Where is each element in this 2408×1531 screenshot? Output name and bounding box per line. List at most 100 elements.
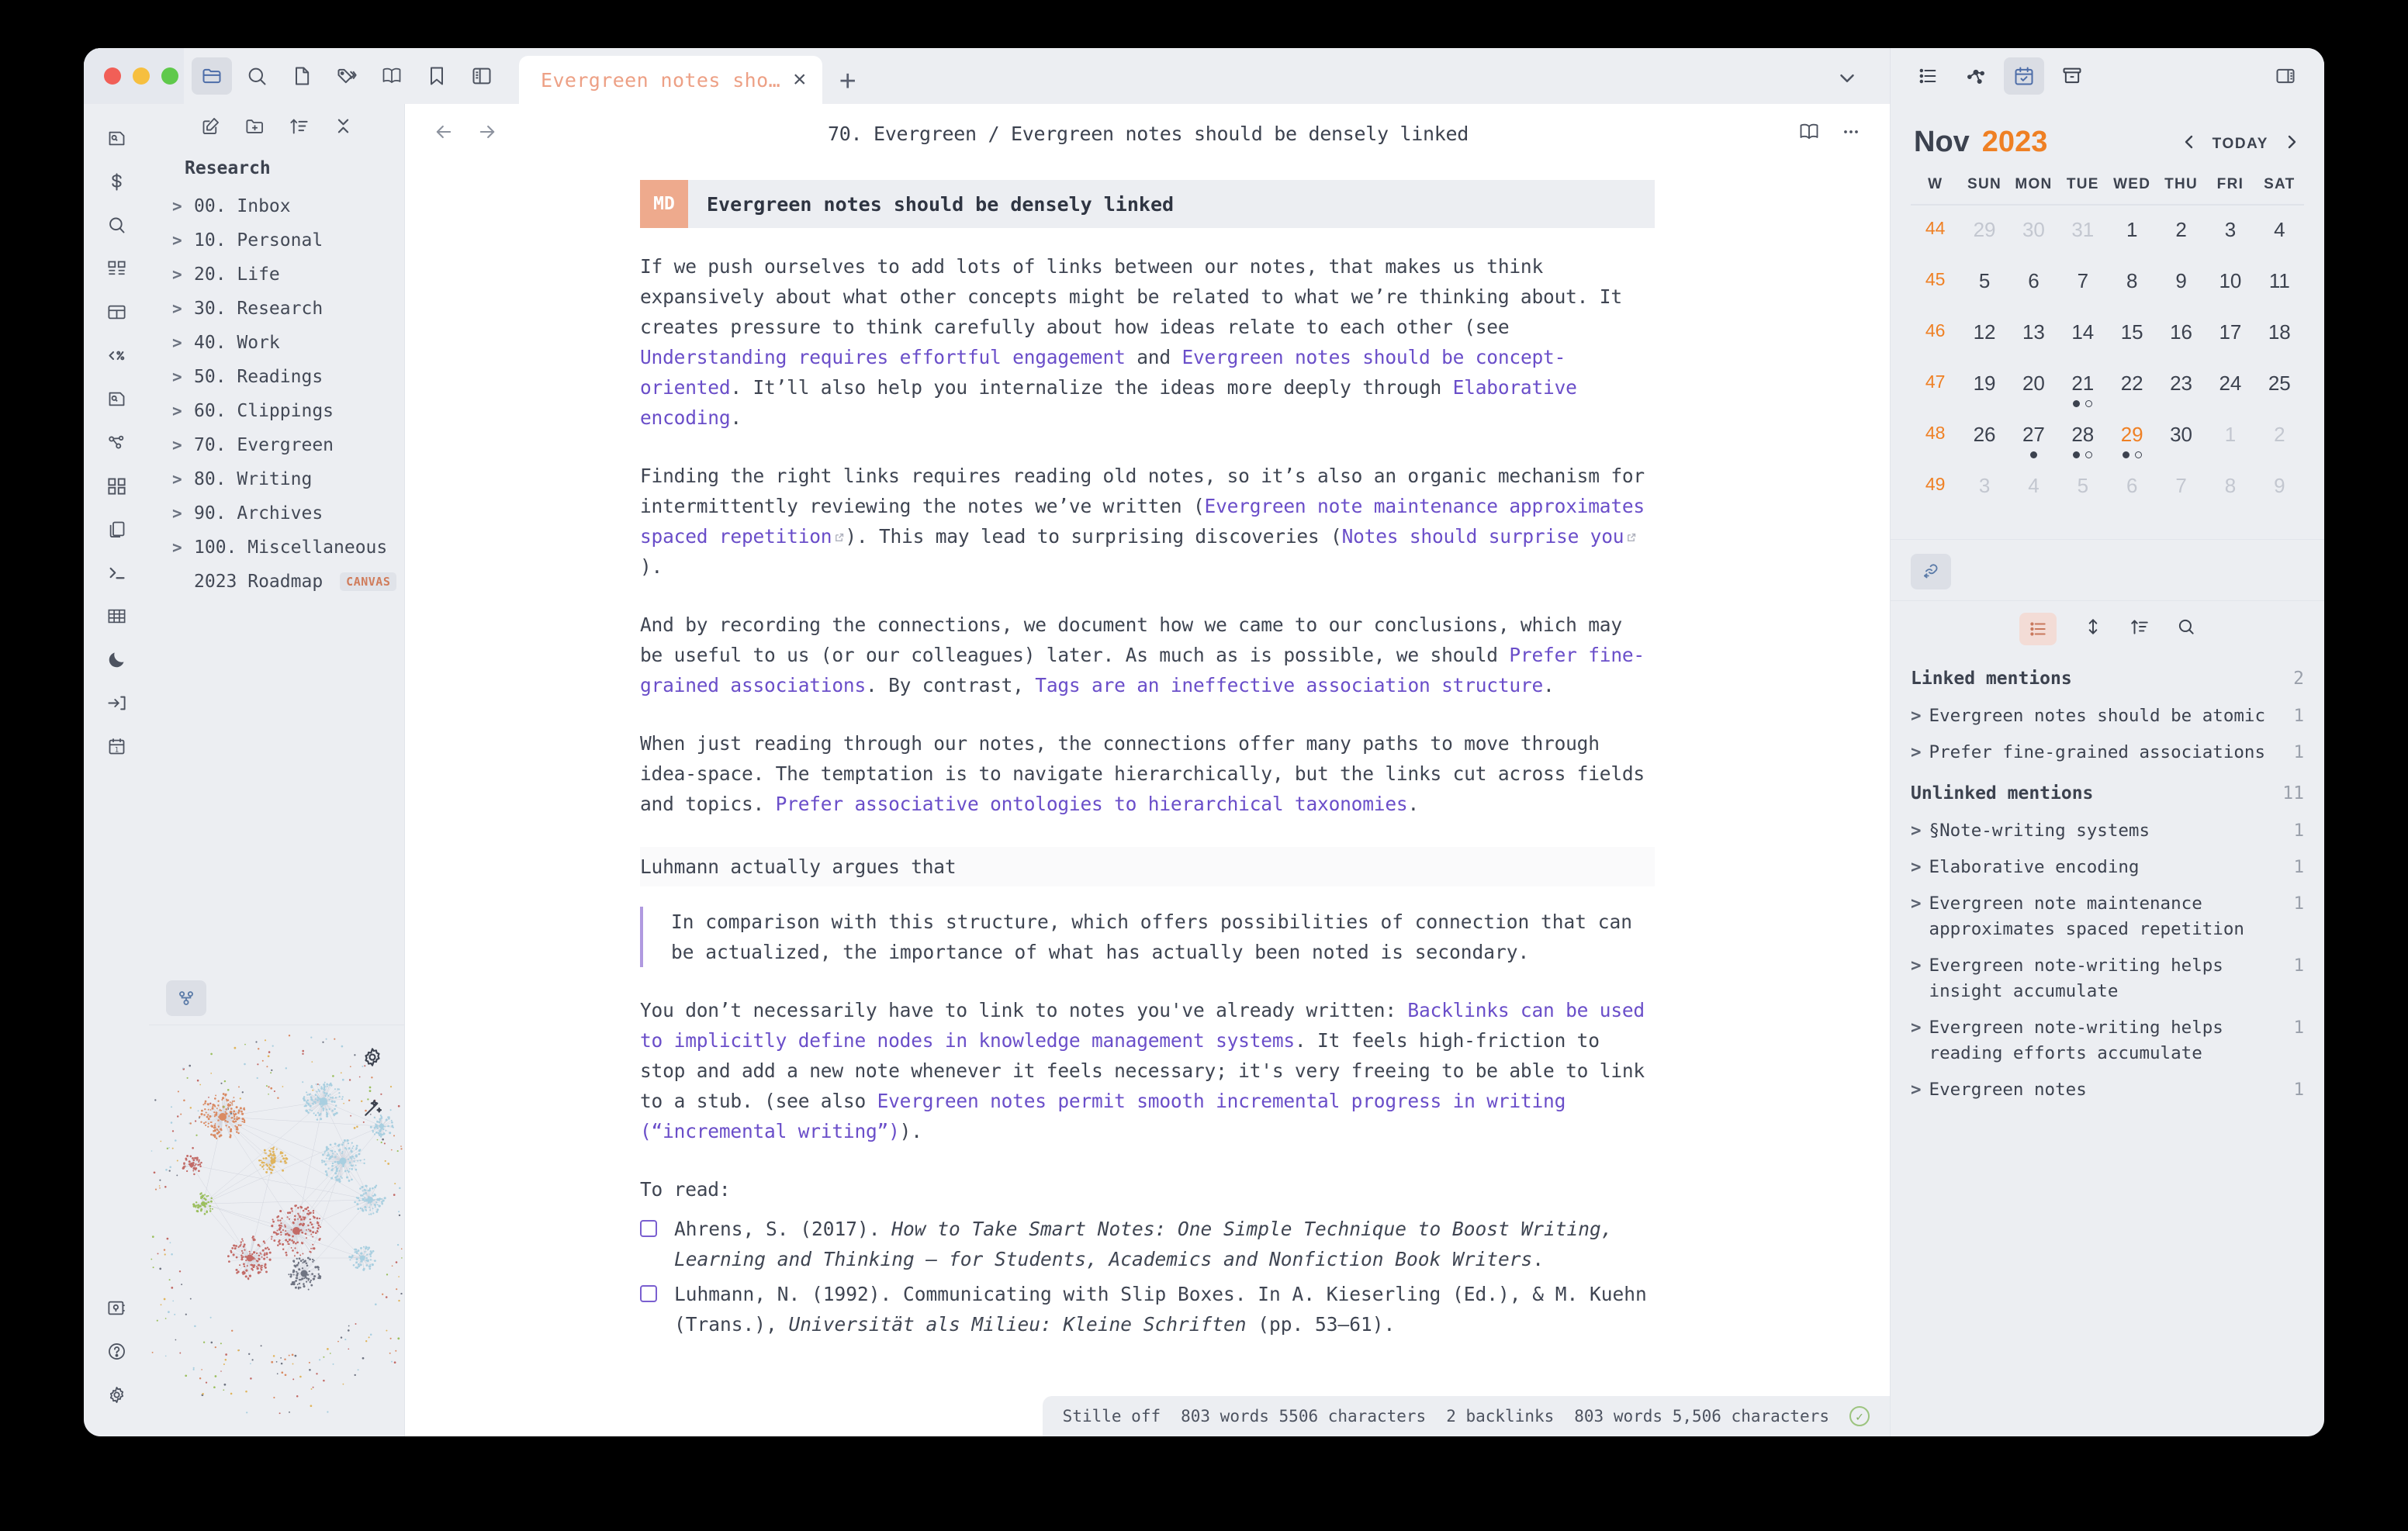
internal-link[interactable]: Elaborative encoding [640, 376, 1577, 429]
graph-icon-button-rail[interactable] [93, 420, 140, 464]
calendar-day-cell[interactable]: 1 [2108, 212, 2157, 263]
calendar-day-cell[interactable]: 31 [2058, 212, 2107, 263]
sidebar-layout-icon-button[interactable] [462, 57, 502, 95]
close-window-button[interactable] [104, 67, 121, 85]
internal-link[interactable]: Prefer associative ontologies to hierarc… [776, 793, 1408, 815]
graph-settings-button[interactable] [361, 1045, 384, 1073]
tab-outline[interactable] [1908, 57, 1948, 95]
folder-item[interactable]: >50. Readings [149, 360, 404, 394]
search-backlinks-button[interactable] [2176, 617, 2196, 641]
calendar-day-cell[interactable]: 7 [2157, 468, 2206, 519]
calendar-day-cell[interactable]: 1 [2206, 416, 2254, 468]
calendar-day-cell[interactable]: 18 [2255, 314, 2304, 365]
tab-list-dropdown-button[interactable] [1835, 67, 1859, 94]
status-word-count-alt[interactable]: 803 words 5,506 characters [1574, 1407, 1829, 1426]
folder-item[interactable]: >10. Personal [149, 223, 404, 257]
vault-icon-button[interactable] [93, 1286, 140, 1329]
calendar-day-cell[interactable]: 8 [2206, 468, 2254, 519]
task-checkbox[interactable] [640, 1220, 657, 1237]
status-backlink-count[interactable]: 2 backlinks [1446, 1407, 1554, 1426]
dollar-icon-button[interactable] [93, 160, 140, 203]
calendar-day-cell[interactable]: 12 [1960, 314, 2008, 365]
backlink-item[interactable]: > Elaborative encoding 1 [1911, 849, 2304, 886]
backlink-item[interactable]: > Prefer fine-grained associations 1 [1911, 734, 2304, 771]
folder-item[interactable]: >40. Work [149, 326, 404, 360]
dashboard-icon-button[interactable] [93, 247, 140, 290]
calendar-day-cell[interactable]: 23 [2157, 365, 2206, 416]
calendar-day-cell[interactable]: 21 [2058, 365, 2107, 416]
terminal-icon-button[interactable] [93, 551, 140, 594]
help-icon-button[interactable] [93, 1329, 140, 1373]
code-percent-icon-button[interactable] [93, 334, 140, 377]
calendar-day-cell[interactable]: 16 [2157, 314, 2206, 365]
folder-item[interactable]: >30. Research [149, 292, 404, 326]
calendar-day-cell[interactable]: 3 [1960, 468, 2008, 519]
backlink-item[interactable]: > Evergreen notes should be atomic 1 [1911, 698, 2304, 734]
calendar-day-cell[interactable]: 29 [2108, 416, 2157, 468]
calendar-day-cell[interactable]: 6 [2108, 468, 2157, 519]
calendar-day-cell[interactable]: 9 [2255, 468, 2304, 519]
new-note-button[interactable] [200, 116, 221, 140]
bookmark-icon-button[interactable] [417, 57, 457, 95]
collapse-all-button[interactable] [333, 116, 354, 140]
search-icon-button[interactable] [237, 57, 277, 95]
calendar-day-cell[interactable]: 29 [1960, 212, 2008, 263]
calendar-day-cell[interactable]: 17 [2206, 314, 2254, 365]
folder-icon-button[interactable] [192, 57, 232, 95]
more-options-button[interactable] [1840, 121, 1862, 147]
task-checkbox[interactable] [640, 1285, 657, 1302]
calendar-day-cell[interactable]: 11 [2255, 263, 2304, 314]
calendar-day-cell[interactable]: 2 [2255, 416, 2304, 468]
folder-item[interactable]: >70. Evergreen [149, 428, 404, 462]
grid-icon-button[interactable] [93, 464, 140, 507]
tags-icon-button[interactable] [327, 57, 367, 95]
calendar-day-cell[interactable]: 14 [2058, 314, 2107, 365]
list-view-button[interactable] [2019, 612, 2057, 645]
toggle-right-panel-button[interactable] [2265, 57, 2306, 95]
internal-link[interactable]: Tags are an ineffective association stru… [1035, 674, 1543, 696]
sort-backlinks-button[interactable] [2129, 617, 2150, 641]
calendar-day-cell[interactable]: 5 [1960, 263, 2008, 314]
layout-icon-button[interactable] [93, 290, 140, 334]
backlinks-tab[interactable] [1911, 554, 1951, 589]
moon-icon-button[interactable] [93, 638, 140, 681]
calendar-day-cell[interactable]: 27 [2009, 416, 2058, 468]
backlink-item[interactable]: > Evergreen note-writing helps insight ac… [1911, 948, 2304, 1010]
forward-button[interactable] [476, 121, 498, 147]
tab-calendar[interactable] [2004, 57, 2044, 95]
tab-active[interactable]: Evergreen notes sho… × [519, 56, 822, 104]
calendar-day-cell[interactable]: 9 [2157, 263, 2206, 314]
backlink-item[interactable]: > Evergreen notes 1 [1911, 1072, 2304, 1108]
settings-icon-button[interactable] [93, 1373, 140, 1416]
sync-ok-icon[interactable]: ✓ [1849, 1406, 1870, 1426]
file-item-roadmap[interactable]: 2023 Roadmap CANVAS [149, 565, 404, 599]
document-body[interactable]: MD Evergreen notes should be densely lin… [405, 163, 1890, 1436]
internal-link[interactable]: Evergreen notes permit smooth incrementa… [640, 1090, 1566, 1142]
calendar-day-cell[interactable]: 13 [2009, 314, 2058, 365]
task-item[interactable]: Ahrens, S. (2017). How to Take Smart Not… [640, 1214, 1655, 1274]
calendar-day-cell[interactable]: 25 [2255, 365, 2304, 416]
calendar-day-cell[interactable]: 2 [2157, 212, 2206, 263]
calendar-day-cell[interactable]: 3 [2206, 212, 2254, 263]
calendar-day-cell[interactable]: 7 [2058, 263, 2107, 314]
internal-link[interactable]: Understanding requires effortful engagem… [640, 346, 1126, 368]
expand-collapse-button[interactable] [2083, 617, 2103, 641]
file-search-alt-icon-button[interactable] [93, 377, 140, 420]
back-button[interactable] [433, 121, 455, 147]
graph-canvas[interactable] [149, 1025, 404, 1436]
calendar-day-cell[interactable]: 28 [2058, 416, 2107, 468]
internal-link[interactable]: Notes should surprise you [1342, 525, 1638, 548]
login-icon-button[interactable] [93, 681, 140, 724]
search-icon-button-rail[interactable] [93, 203, 140, 247]
folder-item[interactable]: >00. Inbox [149, 189, 404, 223]
status-stille[interactable]: Stille off [1063, 1407, 1161, 1426]
backlink-item[interactable]: > Evergreen note-writing helps reading ef… [1911, 1010, 2304, 1072]
calendar-day-cell[interactable]: 20 [2009, 365, 2058, 416]
calendar-day-cell[interactable]: 5 [2058, 468, 2107, 519]
calendar-day-cell[interactable]: 4 [2009, 468, 2058, 519]
sort-button[interactable] [289, 116, 310, 140]
calendar-day-cell[interactable]: 19 [1960, 365, 2008, 416]
reading-view-button[interactable] [1798, 121, 1820, 147]
calendar-day-cell[interactable]: 30 [2157, 416, 2206, 468]
backlink-item[interactable]: > Evergreen note maintenance approximates… [1911, 886, 2304, 948]
